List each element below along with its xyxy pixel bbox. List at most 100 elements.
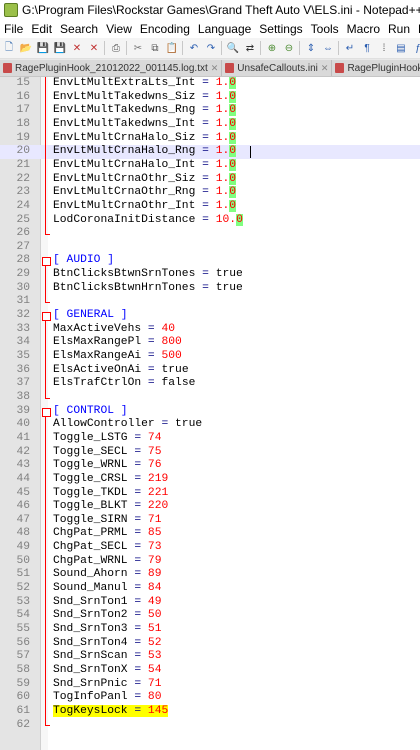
code-line[interactable]: 17 EnvLtMultTakedwns_Rng = 1.0 — [0, 104, 420, 118]
menu-macro[interactable]: Macro — [343, 22, 384, 36]
close-all-icon[interactable]: ✕ — [87, 41, 101, 55]
code-line[interactable]: 47 Toggle_SIRN = 71 — [0, 514, 420, 528]
code-line[interactable]: 34 ElsMaxRangePl = 800 — [0, 336, 420, 350]
find-icon[interactable]: 🔍 — [226, 41, 240, 55]
code-line[interactable]: 32 [ GENERAL ] — [0, 309, 420, 323]
tab-0[interactable]: RagePluginHook_21012022_001145.log.txt ✕ — [0, 60, 223, 76]
code-line[interactable]: 58 Snd_SrnTonX = 54 — [0, 664, 420, 678]
ini-value: 1.0 — [215, 104, 237, 117]
fold-toggle-icon[interactable] — [42, 407, 51, 417]
code-line[interactable]: 57 Snd_SrnScan = 53 — [0, 650, 420, 664]
code-line[interactable]: 59 Snd_SrnPnic = 71 — [0, 678, 420, 692]
menu-encoding[interactable]: Encoding — [136, 22, 194, 36]
ini-key: Snd_SrnTon3 — [53, 623, 135, 635]
code-line[interactable]: 19 EnvLtMultCrnaHalo_Siz = 1.0 — [0, 131, 420, 146]
code-line[interactable]: 54 Snd_SrnTon2 = 50 — [0, 609, 420, 623]
menu-plugins[interactable]: Plugins — [414, 22, 420, 36]
save-all-icon[interactable]: 💾 — [53, 41, 67, 55]
ini-key: TogInfoPanl — [53, 691, 135, 704]
code-line[interactable]: 60 TogInfoPanl = 80 — [0, 691, 420, 705]
code-line[interactable]: 24 EnvLtMultCrnaOthr_Int = 1.0 — [0, 199, 420, 214]
code-line[interactable]: 56 Snd_SrnTon4 = 52 — [0, 637, 420, 651]
code-line[interactable]: 21 EnvLtMultCrnaHalo_Int = 1.0 — [0, 158, 420, 173]
menu-file[interactable]: File — [0, 22, 27, 36]
line-number: 35 — [16, 350, 30, 362]
zoom-in-icon[interactable]: ⊕ — [265, 41, 279, 55]
copy-icon[interactable]: ⧉ — [148, 41, 162, 55]
code-line[interactable]: 38 — [0, 391, 420, 405]
menu-view[interactable]: View — [102, 22, 136, 36]
code-line[interactable]: 25 LodCoronaInitDistance = 10.0 — [0, 213, 420, 228]
code-line[interactable]: 39 [ CONTROL ] — [0, 405, 420, 419]
fold-toggle-icon[interactable] — [42, 257, 51, 267]
sync-v-icon[interactable]: ⇕ — [304, 41, 318, 55]
code-line[interactable]: 53 Snd_SrnTon1 = 49 — [0, 596, 420, 610]
wrap-icon[interactable]: ↵ — [343, 41, 357, 55]
line-number: 19 — [16, 131, 30, 144]
code-line[interactable]: 45 Toggle_TKDL = 221 — [0, 487, 420, 501]
new-file-icon[interactable]: 🗋 — [2, 41, 16, 55]
code-line[interactable]: 55 Snd_SrnTon3 = 51 — [0, 623, 420, 637]
code-line[interactable]: 50 ChgPat_WRNL = 79 — [0, 555, 420, 569]
code-line[interactable]: 49 ChgPat_SECL = 73 — [0, 541, 420, 555]
code-line[interactable]: 40 AllowController = true — [0, 418, 420, 432]
doc-map-icon[interactable]: ▤ — [394, 41, 408, 55]
replace-icon[interactable]: ⇄ — [243, 41, 257, 55]
code-line[interactable]: 43 Toggle_WRNL = 76 — [0, 459, 420, 473]
code-line[interactable]: 44 Toggle_CRSL = 219 — [0, 473, 420, 487]
code-line[interactable]: 30 BtnClicksBtwnHrnTones = true — [0, 282, 420, 296]
fold-toggle-icon[interactable] — [42, 312, 51, 322]
editor-area[interactable]: 15 EnvLtMultExtraLts_Int = 1.0 16 EnvLtMult… — [0, 77, 420, 750]
code-line[interactable]: 61 TogKeysLock = 145 — [0, 704, 420, 719]
code-line[interactable]: 42 Toggle_SECL = 75 — [0, 446, 420, 460]
redo-icon[interactable]: ↷ — [204, 41, 218, 55]
code-line[interactable]: 48 ChgPat_PRML = 85 — [0, 527, 420, 541]
save-icon[interactable]: 💾 — [36, 41, 50, 55]
undo-icon[interactable]: ↶ — [187, 41, 201, 55]
menu-settings[interactable]: Settings — [255, 22, 306, 36]
code-line[interactable]: 26 — [0, 227, 420, 241]
paste-icon[interactable]: 📋 — [165, 41, 179, 55]
tab-1[interactable]: UnsafeCallouts.ini ✕ — [222, 60, 333, 76]
open-file-icon[interactable]: 📂 — [19, 41, 33, 55]
line-number: 33 — [16, 322, 30, 335]
close-tab-icon[interactable]: ✕ — [321, 63, 329, 74]
code-line[interactable]: 22 EnvLtMultCrnaOthr_Siz = 1.0 — [0, 172, 420, 187]
indent-guide-icon[interactable]: ⁞ — [377, 41, 391, 55]
ini-key: Snd_SrnTon4 — [53, 636, 135, 649]
menu-tools[interactable]: Tools — [307, 22, 343, 36]
code-line[interactable]: 52 Sound_Manul = 84 — [0, 582, 420, 596]
menu-run[interactable]: Run — [384, 22, 414, 36]
code-line[interactable]: 51 Sound_Ahorn = 89 — [0, 568, 420, 582]
zoom-out-icon[interactable]: ⊖ — [282, 41, 296, 55]
code-line[interactable]: 62 — [0, 719, 420, 733]
tab-2[interactable]: RagePluginHook.log-5.txt✕ — [332, 60, 420, 76]
code-line[interactable]: 20 EnvLtMultCrnaHalo_Rng = 1.0 — [0, 145, 420, 159]
close-tab-icon[interactable]: ✕ — [211, 63, 219, 74]
code-line[interactable]: 27 — [0, 241, 420, 255]
function-list-icon[interactable]: ƒ — [411, 41, 420, 55]
print-icon[interactable]: ⎙ — [109, 41, 123, 55]
code-line[interactable]: 36 ElsActiveOnAi = true — [0, 364, 420, 378]
menu-search[interactable]: Search — [56, 22, 102, 36]
code-line[interactable]: 46 Toggle_BLKT = 220 — [0, 500, 420, 514]
code-line[interactable]: 35 ElsMaxRangeAi = 500 — [0, 350, 420, 364]
ini-value: true — [175, 418, 203, 431]
cut-icon[interactable]: ✂ — [131, 41, 145, 55]
menu-language[interactable]: Language — [194, 22, 255, 36]
all-chars-icon[interactable]: ¶ — [360, 41, 374, 55]
sync-h-icon[interactable]: ⇔ — [321, 41, 335, 55]
code-line[interactable]: 18 EnvLtMultTakedwns_Int = 1.0 — [0, 117, 420, 132]
code-line[interactable]: 16 EnvLtMultTakedwns_Siz = 1.0 — [0, 90, 420, 105]
code-line[interactable]: 23 EnvLtMultCrnaOthr_Rng = 1.0 — [0, 186, 420, 200]
code-line[interactable]: 33 MaxActiveVehs = 40 — [0, 323, 420, 337]
code-line[interactable]: 29 BtnClicksBtwnSrnTones = true — [0, 268, 420, 282]
code-line[interactable]: 31 — [0, 295, 420, 309]
code-line[interactable]: 41 Toggle_LSTG = 74 — [0, 432, 420, 446]
code-line[interactable]: 37 ElsTrafCtrlOn = false — [0, 377, 420, 391]
ini-key: EnvLtMultCrnaHalo_Rng — [53, 145, 203, 158]
close-icon[interactable]: ✕ — [70, 41, 84, 55]
menu-edit[interactable]: Edit — [27, 22, 56, 36]
code-line[interactable]: 28 [ AUDIO ] — [0, 254, 420, 268]
code-line[interactable]: 15 EnvLtMultExtraLts_Int = 1.0 — [0, 77, 420, 91]
